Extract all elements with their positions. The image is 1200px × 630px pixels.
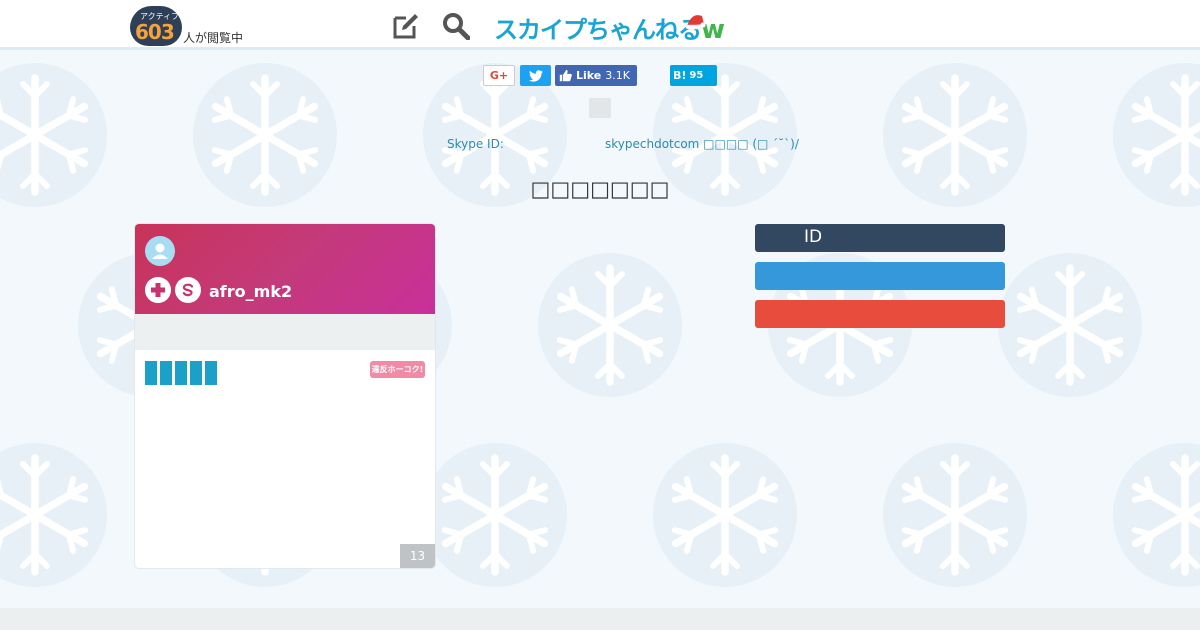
skype-icon[interactable] <box>175 277 201 303</box>
snowflake-icon <box>423 443 567 587</box>
tag[interactable] <box>160 361 172 385</box>
snowflake-icon <box>538 253 682 397</box>
tag-list <box>145 361 217 385</box>
profile-card-header: afro_mk2 <box>135 224 435 314</box>
skype-id-label: Skype ID: <box>447 137 504 151</box>
skype-id-value[interactable]: skypechdotcom □□□□ (□ ´˘`)/ <box>605 137 799 151</box>
tag[interactable] <box>205 361 217 385</box>
site-header: アクティブ 603 人が閲覧中 スカイプちゃんねるw <box>0 0 1200 50</box>
twitter-icon <box>528 69 543 82</box>
snowflake-icon <box>883 443 1027 587</box>
tag[interactable] <box>175 361 187 385</box>
page-title: □□□□□□□ <box>530 177 670 201</box>
blue-action-button[interactable] <box>755 262 1005 290</box>
profile-card-band <box>135 314 435 350</box>
snowflake-icon <box>0 443 107 587</box>
username: afro_mk2 <box>209 282 293 301</box>
hatena-bookmark-button[interactable]: B! 95 <box>670 65 717 86</box>
tag[interactable] <box>190 361 202 385</box>
red-action-button[interactable] <box>755 300 1005 328</box>
twitter-share-button[interactable] <box>520 65 551 86</box>
tag[interactable] <box>145 361 157 385</box>
id-button-label: ID <box>804 227 823 247</box>
placeholder-box <box>589 98 611 118</box>
edit-icon[interactable] <box>392 12 420 40</box>
hatena-count: 95 <box>689 70 704 81</box>
santa-hat-icon <box>685 15 706 30</box>
search-icon[interactable] <box>442 12 470 40</box>
user-icon <box>152 243 168 259</box>
thumbs-up-icon <box>559 69 572 82</box>
snowflake-icon <box>998 253 1142 397</box>
facebook-like-button[interactable]: Like 3.1K <box>555 65 637 86</box>
facebook-like-label: Like <box>576 69 602 82</box>
facebook-like-count: 3.1K <box>605 69 630 82</box>
snowflake-icon <box>653 443 797 587</box>
avatar[interactable] <box>145 236 175 266</box>
footer <box>0 608 1200 630</box>
active-users-badge: アクティブ 603 <box>130 6 182 46</box>
hatena-label: B! <box>673 69 687 82</box>
active-suffix: 人が閲覧中 <box>183 31 244 45</box>
profile-card[interactable]: afro_mk2 違反ホーコク! 13 <box>135 224 435 568</box>
count-badge: 13 <box>400 544 435 568</box>
id-button[interactable]: ID <box>755 224 1005 252</box>
snowflake-icon <box>1113 443 1200 587</box>
active-count: 603 <box>135 20 175 44</box>
add-contact-icon[interactable] <box>145 277 171 303</box>
google-plus-share-button[interactable]: G+ <box>483 65 515 86</box>
report-violation-button[interactable]: 違反ホーコク! <box>370 361 425 378</box>
